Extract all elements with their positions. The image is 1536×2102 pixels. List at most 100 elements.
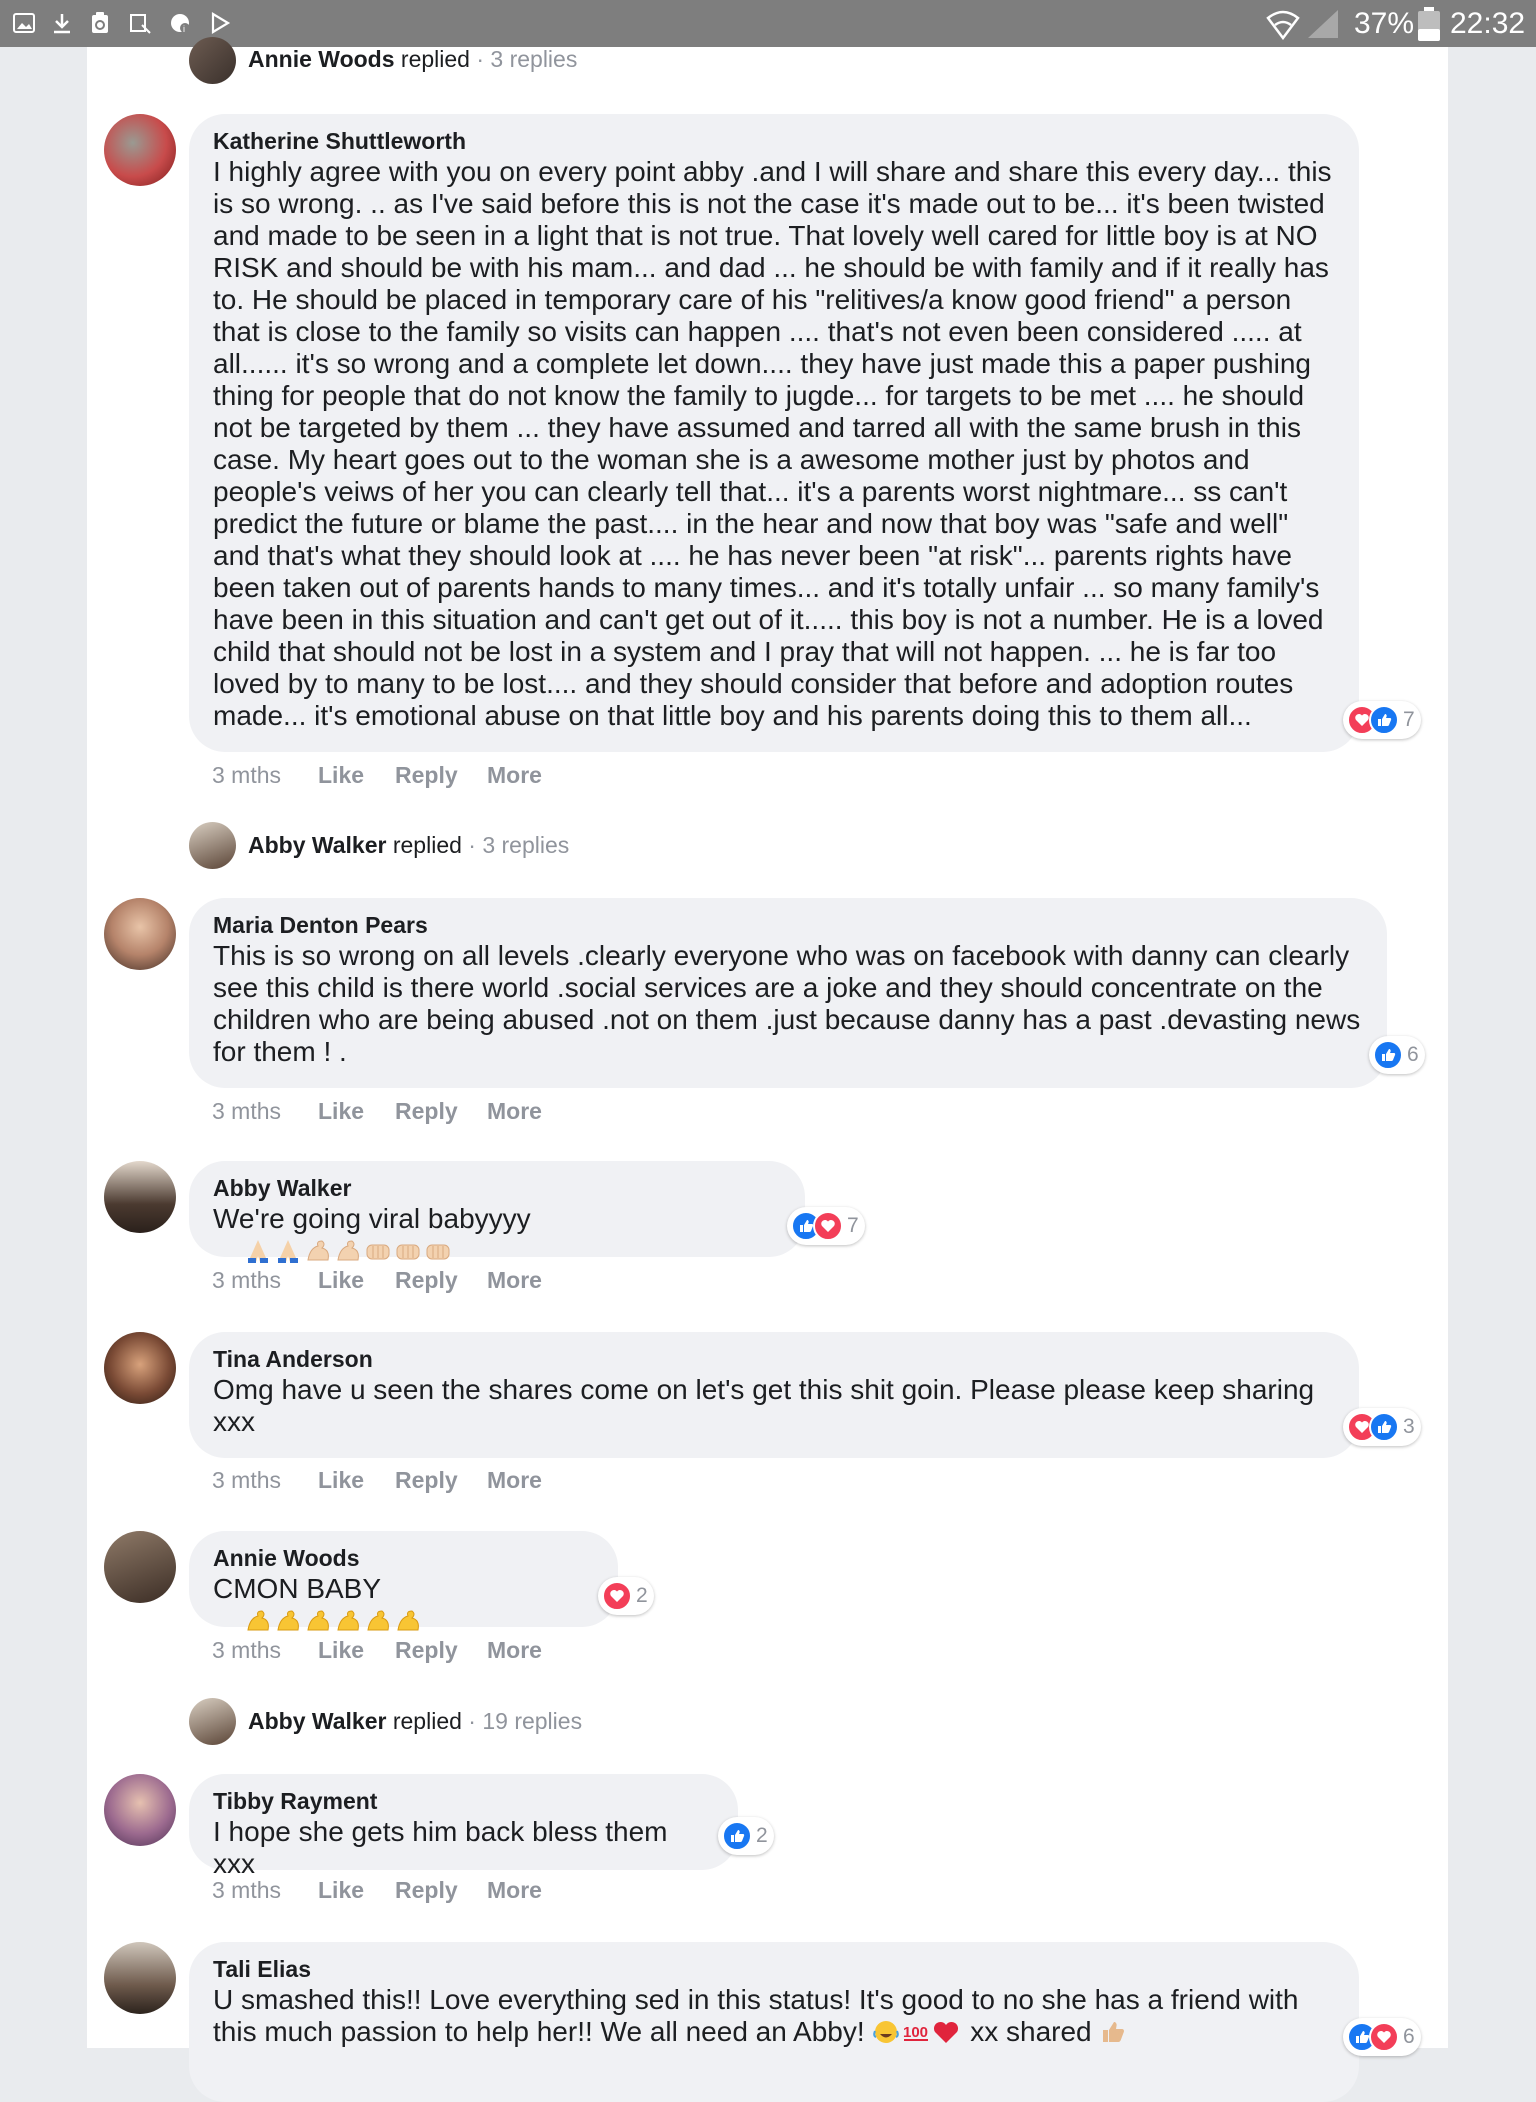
reply-author[interactable]: Abby Walker xyxy=(248,832,386,858)
replies-link[interactable]: Abby Walker replied · 3 replies xyxy=(248,832,569,859)
avatar[interactable] xyxy=(104,898,176,970)
avatar[interactable] xyxy=(104,1531,176,1603)
like-button[interactable]: Like xyxy=(318,1467,364,1494)
comment-bubble: Maria Denton Pears This is so wrong on a… xyxy=(189,898,1387,1088)
comment-bubble: Katherine Shuttleworth I highly agree wi… xyxy=(189,114,1359,752)
comment-author[interactable]: Tina Anderson xyxy=(213,1344,1335,1374)
battery-icon xyxy=(1418,7,1440,41)
reply-count: · 19 replies xyxy=(468,1708,583,1734)
reply-count: · 3 replies xyxy=(468,832,570,858)
flexed-biceps-icon xyxy=(307,1610,329,1631)
like-button[interactable]: Like xyxy=(318,762,364,789)
reaction-count: 2 xyxy=(756,1824,768,1847)
comment-text-tail: xx shared xyxy=(970,2016,1092,2047)
comment-bubble: Tali Elias U smashed this!! Love everyth… xyxy=(189,1942,1359,2102)
like-icon xyxy=(1369,1412,1399,1442)
flexed-biceps-icon xyxy=(247,1610,269,1631)
hundred-points-icon: 100 xyxy=(903,2024,928,2041)
like-button[interactable]: Like xyxy=(318,1098,364,1125)
like-icon xyxy=(1369,705,1399,735)
reaction-count: 6 xyxy=(1407,1043,1419,1066)
avatar[interactable] xyxy=(104,1332,176,1404)
avatar[interactable] xyxy=(189,1698,236,1745)
comment-text: I highly agree with you on every point a… xyxy=(213,156,1332,731)
reply-button[interactable]: Reply xyxy=(395,1637,458,1664)
reply-button[interactable]: Reply xyxy=(395,1267,458,1294)
flexed-biceps-icon xyxy=(397,1610,419,1631)
reply-button[interactable]: Reply xyxy=(395,1877,458,1904)
comment-author[interactable]: Tibby Rayment xyxy=(213,1786,714,1816)
reaction-count: 6 xyxy=(1403,2025,1415,2048)
more-button[interactable]: More xyxy=(487,1267,542,1294)
like-button[interactable]: Like xyxy=(318,1877,364,1904)
comment-time: 3 mths xyxy=(212,1267,282,1293)
praying-hands-icon xyxy=(278,1240,299,1263)
comment-author[interactable]: Abby Walker xyxy=(213,1173,781,1203)
comment-text: I hope she gets him back bless them xxx xyxy=(213,1816,676,1879)
avatar[interactable] xyxy=(104,1161,176,1233)
heart-icon xyxy=(602,1581,632,1611)
reply-author[interactable]: Annie Woods xyxy=(248,46,395,72)
comment-author[interactable]: Maria Denton Pears xyxy=(213,910,1363,940)
settings-info-icon: i xyxy=(171,14,190,34)
more-button[interactable]: More xyxy=(487,1467,542,1494)
like-icon xyxy=(1373,1040,1403,1070)
comment-author[interactable]: Annie Woods xyxy=(213,1543,594,1573)
comment-author[interactable]: Katherine Shuttleworth xyxy=(213,126,1335,156)
reactions-badge[interactable]: 2 xyxy=(598,1577,654,1615)
comment-text: We're going viral babyyyy xyxy=(213,1203,531,1234)
reply-button[interactable]: Reply xyxy=(395,762,458,789)
tears-of-joy-icon xyxy=(873,2021,900,2043)
reactions-badge[interactable]: 6 xyxy=(1369,1036,1425,1074)
svg-text:100: 100 xyxy=(903,2024,928,2041)
comment-time: 3 mths xyxy=(212,1877,282,1903)
like-icon xyxy=(722,1821,752,1851)
comment-text: CMON BABY xyxy=(213,1573,381,1604)
red-heart-icon xyxy=(934,2021,959,2043)
reply-button[interactable]: Reply xyxy=(395,1467,458,1494)
reaction-count: 2 xyxy=(636,1584,648,1607)
gallery-icon xyxy=(13,13,35,33)
emoji-row: 100 xyxy=(872,2016,962,2047)
like-button[interactable]: Like xyxy=(318,1267,364,1294)
replies-link[interactable]: Annie Woods replied · 3 replies xyxy=(248,46,577,73)
replied-label: replied xyxy=(392,832,462,858)
more-button[interactable]: More xyxy=(487,762,542,789)
more-button[interactable]: More xyxy=(487,1637,542,1664)
reply-author[interactable]: Abby Walker xyxy=(248,1708,386,1734)
praying-hands-icon xyxy=(248,1240,269,1263)
comment-author[interactable]: Tali Elias xyxy=(213,1954,1335,1984)
fist-bump-icon xyxy=(366,1244,390,1260)
comment-text: This is so wrong on all levels .clearly … xyxy=(213,940,1361,1067)
svg-text:i: i xyxy=(183,24,185,34)
screen-icon xyxy=(130,14,151,34)
reactions-badge[interactable]: 7 xyxy=(787,1207,865,1245)
more-button[interactable]: More xyxy=(487,1877,542,1904)
reactions-badge[interactable]: 2 xyxy=(718,1817,774,1855)
avatar[interactable] xyxy=(104,1942,176,2014)
reactions-badge[interactable]: 3 xyxy=(1343,1408,1421,1446)
battery-percent: 37% xyxy=(1354,7,1415,40)
reply-count: · 3 replies xyxy=(476,46,578,72)
reactions-badge[interactable]: 7 xyxy=(1343,701,1421,739)
flexed-biceps-icon xyxy=(367,1610,389,1631)
wifi-icon xyxy=(1266,10,1300,40)
avatar[interactable] xyxy=(189,37,236,84)
comment-bubble: Annie Woods CMON BABY xyxy=(189,1531,618,1631)
flexed-biceps-icon xyxy=(307,1240,329,1261)
flexed-biceps-icon xyxy=(337,1610,359,1631)
more-button[interactable]: More xyxy=(487,1098,542,1125)
reply-button[interactable]: Reply xyxy=(395,1098,458,1125)
status-bar: i 37% 22:32 xyxy=(0,0,1536,47)
download-icon xyxy=(54,14,70,34)
avatar[interactable] xyxy=(189,822,236,869)
like-button[interactable]: Like xyxy=(318,1637,364,1664)
reaction-count: 3 xyxy=(1403,1415,1415,1438)
reactions-badge[interactable]: 6 xyxy=(1343,2018,1421,2056)
avatar[interactable] xyxy=(104,114,176,186)
replies-link[interactable]: Abby Walker replied · 19 replies xyxy=(248,1708,582,1735)
avatar[interactable] xyxy=(104,1774,176,1846)
comment-bubble: Tina Anderson Omg have u seen the shares… xyxy=(189,1332,1359,1458)
recycle-clipboard-icon xyxy=(92,12,108,33)
thumbs-up-icon xyxy=(1103,2022,1125,2042)
